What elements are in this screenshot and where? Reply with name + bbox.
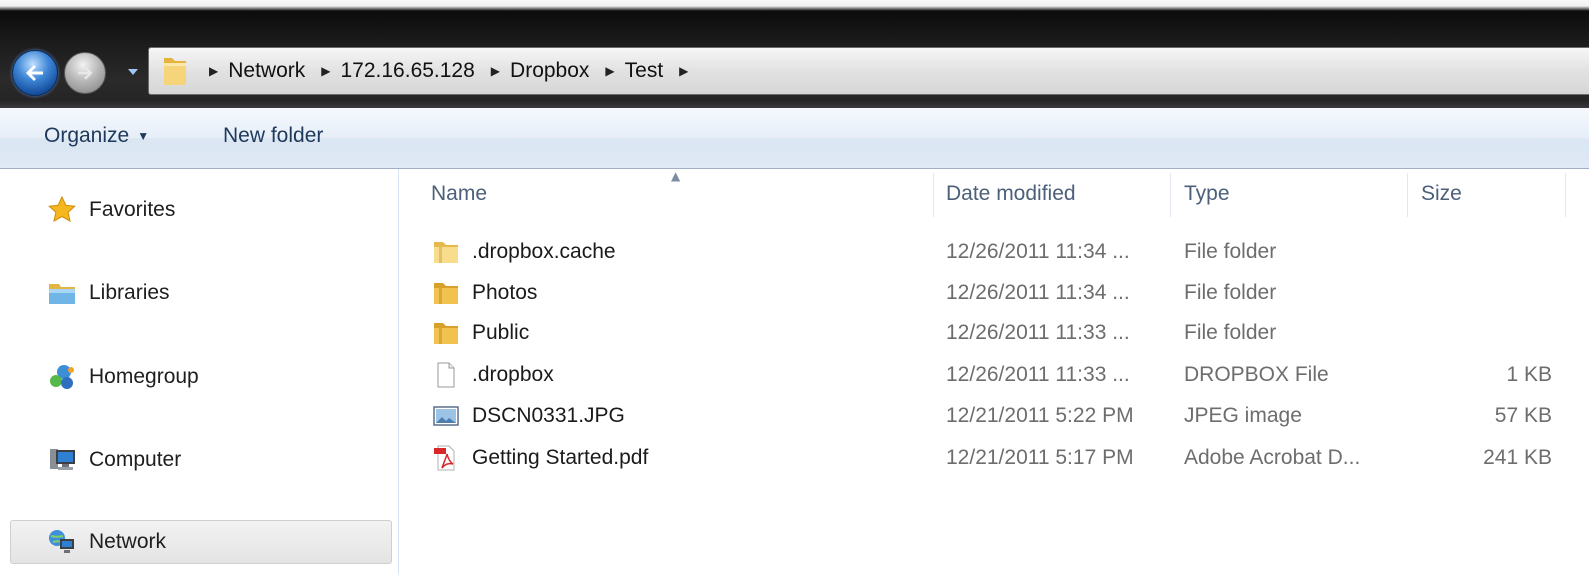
title-bar: ▶ Network ▶ 172.16.65.128 ▶ Dropbox ▶ Te… [0, 0, 1589, 108]
file-row[interactable]: .dropbox.cache 12/26/2011 11:34 ... File… [399, 233, 1589, 271]
nav-item-homegroup[interactable]: Homegroup [10, 355, 392, 399]
folder-icon [164, 58, 186, 85]
breadcrumb-network[interactable]: Network [228, 59, 305, 83]
folder-icon [434, 323, 458, 344]
nav-item-favorites[interactable]: Favorites [10, 188, 392, 232]
file-name-cell: .dropbox.cache [432, 233, 616, 271]
column-header-label: Type [1184, 182, 1230, 205]
file-row[interactable]: Getting Started.pdf 12/21/2011 5:17 PM A… [399, 439, 1589, 477]
nav-item-libraries[interactable]: Libraries [10, 271, 392, 315]
organize-button[interactable]: Organize ▼ [44, 124, 149, 148]
file-name-cell: .dropbox [432, 356, 554, 394]
file-name: Getting Started.pdf [472, 446, 649, 469]
back-arrow-icon [26, 65, 43, 81]
new-folder-label: New folder [223, 124, 324, 147]
file-row[interactable]: Photos 12/26/2011 11:34 ... File folder [399, 274, 1589, 312]
folder-icon [434, 242, 458, 263]
file-name-cell: DSCN0331.JPG [432, 397, 625, 435]
file-type: JPEG image [1184, 404, 1302, 427]
column-header-type[interactable]: Type [1184, 169, 1230, 219]
nav-item-label: Homegroup [89, 365, 199, 388]
libraries-icon [49, 284, 75, 304]
file-name: .dropbox [472, 363, 554, 386]
nav-item-network[interactable]: Network [10, 520, 392, 564]
back-button[interactable] [12, 50, 58, 96]
column-header-row: ▲ Name Date modified Type Size [399, 169, 1589, 219]
file-size: 1 KB [1506, 363, 1552, 386]
file-name: Photos [472, 281, 538, 304]
computer-icon [50, 449, 75, 470]
breadcrumb-separator-icon[interactable]: ▶ [491, 64, 500, 78]
file-date: 12/26/2011 11:34 ... [946, 281, 1130, 304]
star-icon [48, 195, 76, 222]
breadcrumb-test[interactable]: Test [625, 59, 664, 83]
forward-button[interactable] [64, 52, 106, 94]
column-header-name[interactable]: Name [431, 169, 487, 219]
forward-arrow-icon [78, 66, 93, 80]
file-row[interactable]: Public 12/26/2011 11:33 ... File folder [399, 314, 1589, 352]
network-icon [49, 530, 74, 553]
nav-item-label: Network [89, 530, 167, 553]
file-type: File folder [1184, 240, 1277, 263]
column-header-size[interactable]: Size [1421, 169, 1462, 219]
file-row[interactable]: DSCN0331.JPG 12/21/2011 5:22 PM JPEG ima… [399, 397, 1589, 435]
file-name-cell: Photos [432, 274, 537, 312]
address-bar[interactable]: ▶ Network ▶ 172.16.65.128 ▶ Dropbox ▶ Te… [148, 47, 1589, 95]
file-size: 241 KB [1483, 446, 1552, 469]
column-divider[interactable] [1565, 173, 1566, 217]
column-divider[interactable] [1407, 173, 1408, 217]
breadcrumb: ▶ Network ▶ 172.16.65.128 ▶ Dropbox ▶ Te… [203, 48, 698, 94]
nav-item-label: Favorites [89, 198, 176, 221]
organize-label: Organize [44, 124, 130, 147]
file-list: ▲ Name Date modified Type Size .dropbox.… [399, 169, 1589, 574]
file-type: File folder [1184, 321, 1277, 344]
column-header-date[interactable]: Date modified [946, 169, 1076, 219]
nav-item-computer[interactable]: Computer [10, 438, 392, 482]
navigation-pane: Favorites Libraries Homegroup Computer N… [0, 169, 399, 574]
sort-ascending-icon: ▲ [671, 169, 681, 183]
file-name-cell: Public [432, 314, 529, 352]
recent-pages-dropdown-icon[interactable] [127, 66, 139, 78]
file-row[interactable]: .dropbox 12/26/2011 11:33 ... DROPBOX Fi… [399, 356, 1589, 394]
file-name: Public [472, 321, 530, 344]
blank-file-icon [437, 362, 455, 388]
file-date: 12/26/2011 11:33 ... [946, 321, 1130, 344]
file-date: 12/21/2011 5:22 PM [946, 404, 1134, 427]
column-divider[interactable] [933, 173, 934, 217]
image-file-icon [433, 406, 459, 426]
file-name: .dropbox.cache [472, 240, 616, 263]
file-type: File folder [1184, 281, 1277, 304]
breadcrumb-separator-icon[interactable]: ▶ [209, 64, 218, 78]
column-header-label: Date modified [946, 182, 1076, 205]
file-name-cell: Getting Started.pdf [432, 439, 648, 477]
homegroup-icon [50, 365, 74, 389]
column-header-label: Name [431, 182, 488, 205]
breadcrumb-separator-icon[interactable]: ▶ [679, 64, 688, 78]
folder-icon [434, 283, 458, 304]
pdf-file-icon [434, 445, 455, 471]
breadcrumb-dropbox[interactable]: Dropbox [510, 59, 589, 83]
nav-item-label: Libraries [89, 281, 170, 304]
file-type: Adobe Acrobat D... [1184, 446, 1361, 469]
column-divider[interactable] [1170, 173, 1171, 217]
breadcrumb-host[interactable]: 172.16.65.128 [341, 59, 475, 83]
breadcrumb-separator-icon[interactable]: ▶ [321, 64, 330, 78]
file-date: 12/26/2011 11:33 ... [946, 363, 1130, 386]
chevron-down-icon: ▼ [137, 129, 150, 144]
file-size: 57 KB [1494, 404, 1552, 427]
new-folder-button[interactable]: New folder [223, 124, 323, 148]
file-date: 12/26/2011 11:34 ... [946, 240, 1130, 263]
file-date: 12/21/2011 5:17 PM [946, 446, 1134, 469]
command-bar: Organize ▼ New folder [0, 108, 1589, 169]
column-header-label: Size [1421, 182, 1462, 205]
file-name: DSCN0331.JPG [472, 404, 625, 427]
breadcrumb-separator-icon[interactable]: ▶ [605, 64, 614, 78]
file-type: DROPBOX File [1184, 363, 1329, 386]
nav-item-label: Computer [89, 448, 182, 471]
